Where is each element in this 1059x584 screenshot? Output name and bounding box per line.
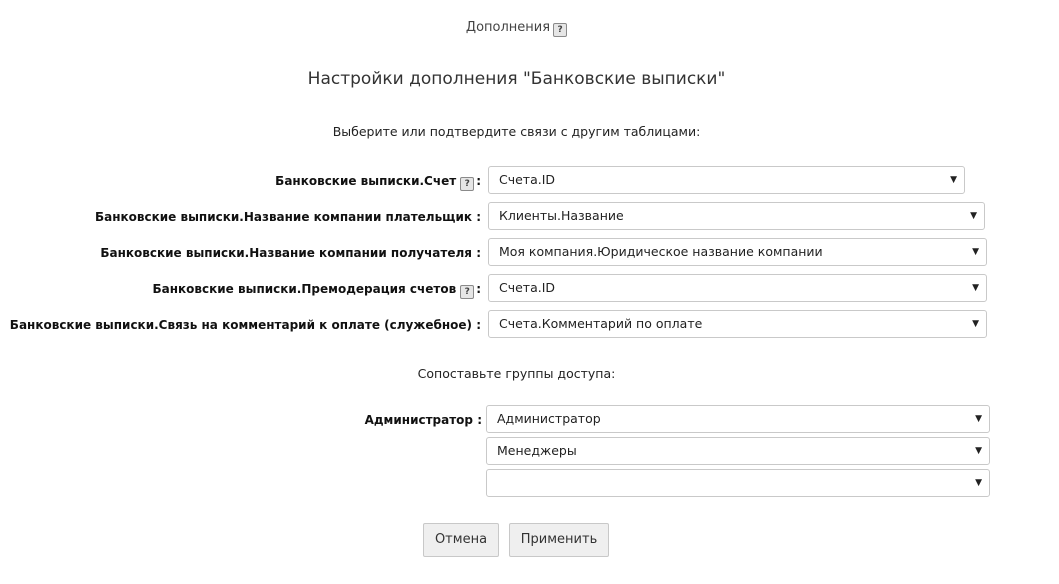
breadcrumb-addons-link[interactable]: Дополнения [466, 20, 550, 35]
access-select-2[interactable]: Менеджеры ▼ [486, 437, 990, 465]
link-row-payer-company: Банковские выписки.Название компании пла… [0, 202, 1059, 232]
link-label: Банковские выписки.Премодерация счетов?: [152, 282, 481, 299]
access-label: Администратор : [364, 413, 482, 427]
link-select-account[interactable]: Счета.ID ▼ [488, 166, 965, 194]
select-value: Моя компания.Юридическое название компан… [499, 244, 823, 259]
link-label: Банковские выписки.Счет?: [275, 174, 481, 191]
dropdown-arrow-icon: ▼ [970, 211, 977, 221]
dropdown-arrow-icon: ▼ [972, 319, 979, 329]
link-select-invoice-premoderation[interactable]: Счета.ID ▼ [488, 274, 987, 302]
help-icon[interactable]: ? [553, 23, 568, 37]
access-row-3: ▼ [0, 469, 1059, 499]
dropdown-arrow-icon: ▼ [975, 478, 982, 488]
addon-settings-page: Дополнения? Настройки дополнения "Банков… [0, 0, 1059, 584]
dropdown-arrow-icon: ▼ [972, 283, 979, 293]
breadcrumb: Дополнения? [0, 20, 1033, 37]
access-row-administrator: Администратор : Администратор ▼ [0, 405, 1059, 435]
page-title: Настройки дополнения "Банковские выписки… [307, 69, 726, 89]
select-value: Менеджеры [497, 443, 577, 458]
dropdown-arrow-icon: ▼ [972, 247, 979, 257]
select-value: Счета.Комментарий по оплате [499, 316, 703, 331]
apply-button[interactable]: Применить [509, 523, 609, 557]
link-row-invoice-premoderation: Банковские выписки.Премодерация счетов?:… [0, 274, 1059, 304]
dropdown-arrow-icon: ▼ [975, 446, 982, 456]
link-select-payment-comment[interactable]: Счета.Комментарий по оплате ▼ [488, 310, 987, 338]
select-value: Счета.ID [499, 172, 556, 187]
link-row-payment-comment: Банковские выписки.Связь на комментарий … [0, 310, 1059, 340]
help-icon[interactable]: ? [460, 285, 475, 299]
access-select-3[interactable]: ▼ [486, 469, 990, 497]
access-groups-prompt: Сопоставьте группы доступа: [417, 366, 616, 381]
link-select-recipient-company[interactable]: Моя компания.Юридическое название компан… [488, 238, 987, 266]
link-label: Банковские выписки.Название компании пла… [94, 210, 481, 224]
link-row-account: Банковские выписки.Счет?: Счета.ID ▼ [0, 166, 1059, 196]
select-value: Клиенты.Название [499, 208, 624, 223]
link-select-payer-company[interactable]: Клиенты.Название ▼ [488, 202, 985, 230]
links-prompt: Выберите или подтвердите связи с другим … [332, 124, 701, 139]
link-label: Банковские выписки.Связь на комментарий … [9, 318, 481, 332]
access-select-1[interactable]: Администратор ▼ [486, 405, 990, 433]
select-value: Счета.ID [499, 280, 556, 295]
link-label: Банковские выписки.Название компании пол… [100, 246, 481, 260]
dropdown-arrow-icon: ▼ [975, 414, 982, 424]
help-icon[interactable]: ? [460, 177, 475, 191]
access-row-2: Менеджеры ▼ [0, 437, 1059, 467]
link-row-recipient-company: Банковские выписки.Название компании пол… [0, 238, 1059, 268]
dropdown-arrow-icon: ▼ [950, 175, 957, 185]
select-value: Администратор [497, 411, 601, 426]
cancel-button[interactable]: Отмена [423, 523, 499, 557]
